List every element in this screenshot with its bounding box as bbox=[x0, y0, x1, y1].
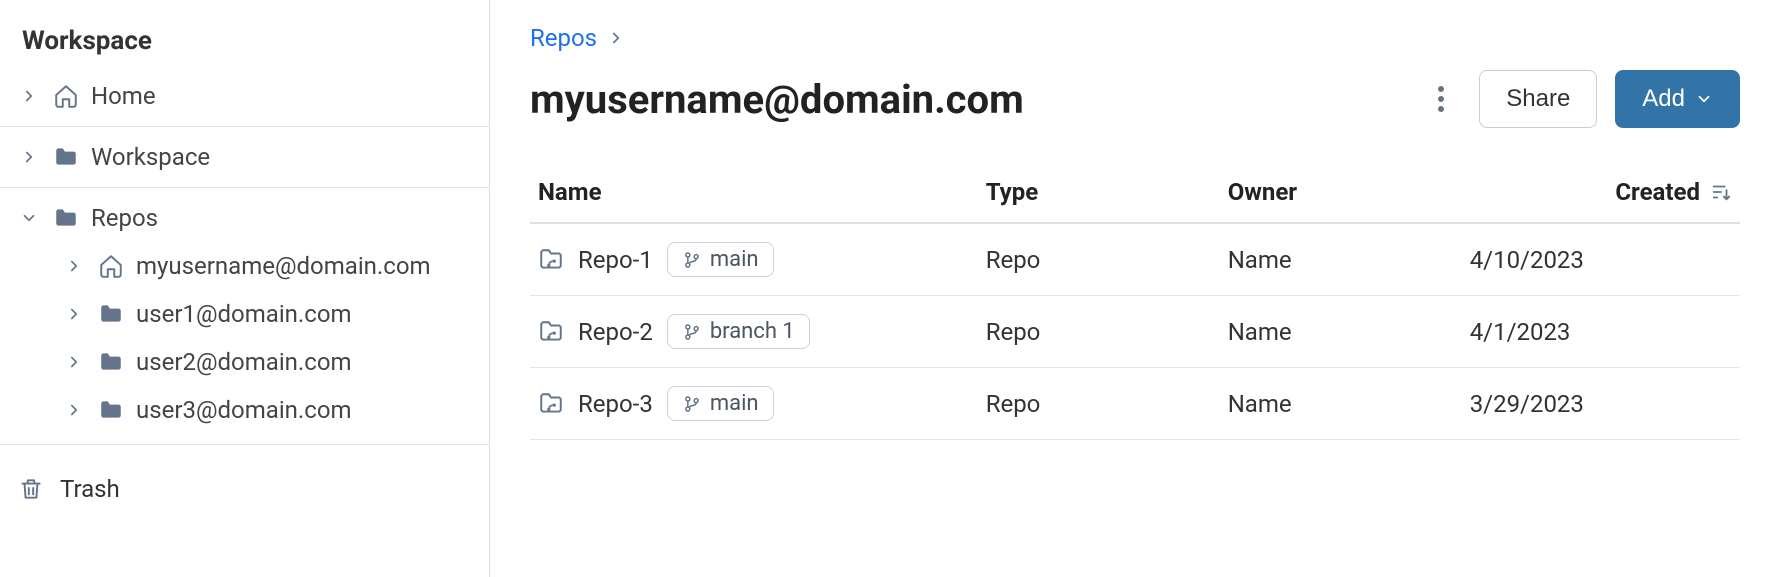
cell-owner: Name bbox=[1220, 368, 1462, 440]
branch-pill[interactable]: main bbox=[667, 242, 774, 277]
main-content: Repos myusername@domain.com Share Add Na… bbox=[490, 0, 1780, 577]
sidebar-item-label: user2@domain.com bbox=[136, 348, 489, 376]
divider bbox=[0, 126, 489, 127]
sidebar-item-label: Workspace bbox=[91, 143, 489, 171]
branch-pill[interactable]: branch 1 bbox=[667, 314, 810, 349]
sidebar-item-label: user1@domain.com bbox=[136, 300, 489, 328]
table-row[interactable]: Repo-1 main RepoName4/10/2023 bbox=[530, 223, 1740, 296]
sort-desc-icon[interactable] bbox=[1710, 181, 1732, 203]
header-row: myusername@domain.com Share Add bbox=[530, 70, 1740, 128]
sidebar-item-label: Home bbox=[91, 82, 489, 110]
button-label: Share bbox=[1506, 85, 1570, 113]
divider bbox=[0, 444, 489, 445]
cell-owner: Name bbox=[1220, 223, 1462, 296]
column-header-created[interactable]: Created bbox=[1462, 162, 1740, 223]
home-icon bbox=[51, 81, 81, 111]
folder-icon bbox=[96, 347, 126, 377]
share-button[interactable]: Share bbox=[1479, 70, 1597, 128]
chevron-right-icon[interactable] bbox=[17, 84, 41, 108]
trash-icon bbox=[16, 474, 46, 504]
cell-type: Repo bbox=[978, 368, 1220, 440]
cell-created: 3/29/2023 bbox=[1462, 368, 1740, 440]
sidebar-item-repo-user[interactable]: user3@domain.com bbox=[0, 386, 489, 434]
folder-icon bbox=[96, 299, 126, 329]
table-row[interactable]: Repo-2 branch 1 RepoName4/1/2023 bbox=[530, 296, 1740, 368]
home-icon bbox=[96, 251, 126, 281]
add-button[interactable]: Add bbox=[1615, 70, 1740, 128]
cell-type: Repo bbox=[978, 223, 1220, 296]
chevron-right-icon[interactable] bbox=[62, 398, 86, 422]
chevron-right-icon[interactable] bbox=[17, 145, 41, 169]
cell-owner: Name bbox=[1220, 296, 1462, 368]
chevron-right-icon[interactable] bbox=[62, 302, 86, 326]
column-header-owner[interactable]: Owner bbox=[1220, 162, 1462, 223]
git-branch-icon bbox=[682, 322, 702, 342]
repo-icon bbox=[538, 391, 564, 417]
sidebar-item-workspace[interactable]: Workspace bbox=[0, 133, 489, 181]
branch-name: branch 1 bbox=[710, 319, 795, 344]
git-branch-icon bbox=[682, 394, 702, 414]
column-header-name[interactable]: Name bbox=[530, 162, 978, 223]
breadcrumb[interactable]: Repos bbox=[530, 24, 1740, 52]
branch-pill[interactable]: main bbox=[667, 386, 774, 421]
kebab-menu-icon[interactable] bbox=[1421, 79, 1461, 119]
sidebar-item-trash[interactable]: Trash bbox=[0, 465, 489, 513]
repo-name: Repo-2 bbox=[578, 318, 653, 346]
repo-table: Name Type Owner Created Repo-1mainRepoNa… bbox=[530, 162, 1740, 440]
header-actions: Share Add bbox=[1421, 70, 1740, 128]
cell-created: 4/10/2023 bbox=[1462, 223, 1740, 296]
breadcrumb-item[interactable]: Repos bbox=[530, 24, 597, 52]
repo-icon bbox=[538, 247, 564, 273]
sidebar-item-home[interactable]: Home bbox=[0, 72, 489, 120]
sidebar-item-label: Repos bbox=[91, 204, 489, 232]
chevron-right-icon[interactable] bbox=[62, 350, 86, 374]
branch-name: main bbox=[710, 391, 759, 416]
branch-name: main bbox=[710, 247, 759, 272]
column-header-type[interactable]: Type bbox=[978, 162, 1220, 223]
repo-icon bbox=[538, 319, 564, 345]
sidebar-item-repos[interactable]: Repos bbox=[0, 194, 489, 242]
sidebar-item-label: Trash bbox=[60, 475, 120, 503]
table-row[interactable]: Repo-3 main RepoName3/29/2023 bbox=[530, 368, 1740, 440]
sidebar-heading: Workspace bbox=[0, 20, 489, 72]
chevron-right-icon[interactable] bbox=[62, 254, 86, 278]
repo-name: Repo-1 bbox=[578, 246, 653, 274]
divider bbox=[0, 187, 489, 188]
chevron-down-icon bbox=[1695, 90, 1713, 108]
cell-type: Repo bbox=[978, 296, 1220, 368]
git-branch-icon bbox=[682, 250, 702, 270]
cell-created: 4/1/2023 bbox=[1462, 296, 1740, 368]
sidebar-item-repo-user[interactable]: myusername@domain.com bbox=[0, 242, 489, 290]
repo-name: Repo-3 bbox=[578, 390, 653, 418]
page-title: myusername@domain.com bbox=[530, 76, 1024, 123]
chevron-down-icon[interactable] bbox=[17, 206, 41, 230]
folder-icon bbox=[51, 142, 81, 172]
sidebar-item-repo-user[interactable]: user1@domain.com bbox=[0, 290, 489, 338]
button-label: Add bbox=[1642, 85, 1685, 113]
sidebar: Workspace Home Workspace Repos myusernam… bbox=[0, 0, 490, 577]
chevron-right-icon bbox=[607, 29, 625, 47]
folder-icon bbox=[51, 203, 81, 233]
folder-icon bbox=[96, 395, 126, 425]
sidebar-item-label: myusername@domain.com bbox=[136, 252, 489, 280]
sidebar-item-repo-user[interactable]: user2@domain.com bbox=[0, 338, 489, 386]
sidebar-item-label: user3@domain.com bbox=[136, 396, 489, 424]
